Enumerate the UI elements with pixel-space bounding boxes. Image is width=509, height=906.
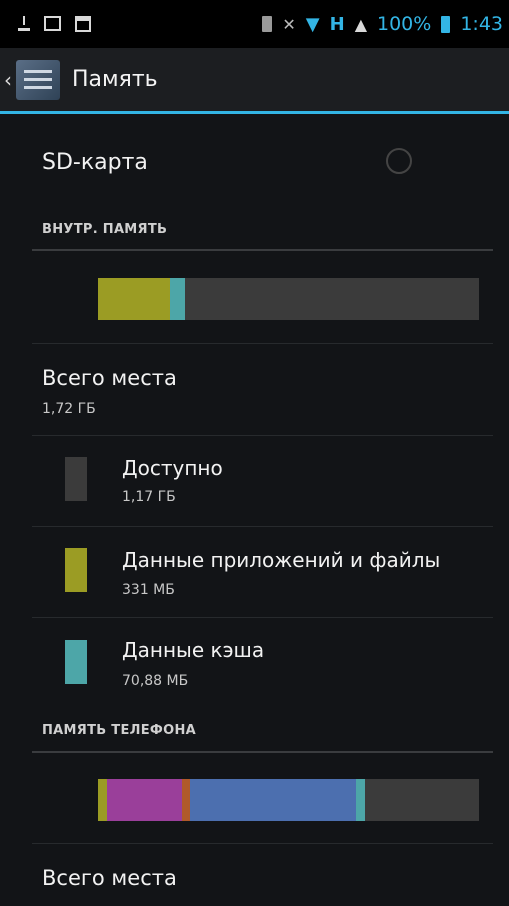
app-data-label: Данные приложений и файлы (122, 548, 441, 572)
cache-value: 70,88 МБ (122, 673, 189, 689)
bar-segment-seg-orange (182, 779, 191, 821)
image-icon (44, 16, 61, 31)
cache-swatch (65, 640, 87, 684)
internal-storage-bar (98, 278, 479, 320)
available-label: Доступно (122, 456, 223, 480)
row-divider (32, 343, 493, 344)
app-data-swatch (65, 548, 87, 592)
status-bar: ✕ ▼ H ▲ 100% 1:43 (0, 0, 509, 48)
action-bar-underline (0, 111, 509, 114)
download-icon (18, 16, 30, 31)
bar-segment-seg-purple (107, 779, 183, 821)
bar-segment-available (184, 278, 479, 320)
bar-segment-seg-blue (190, 779, 357, 821)
phone-total-label: Всего места (42, 866, 177, 890)
bar-segment-apps (98, 278, 170, 320)
settings-app-icon[interactable] (16, 59, 60, 100)
back-chevron-icon[interactable]: ‹ (4, 68, 14, 92)
action-bar: ‹ Память (0, 48, 509, 111)
available-swatch (65, 457, 87, 501)
calendar-icon (75, 16, 91, 32)
internal-total-label: Всего места (42, 366, 177, 390)
bar-segment-seg-olive (98, 779, 108, 821)
battery-percent: 100% (377, 13, 432, 35)
row-divider (32, 526, 493, 527)
sd-card-radio[interactable] (386, 148, 412, 174)
section-divider (32, 249, 493, 251)
row-divider (32, 435, 493, 436)
app-data-value: 331 МБ (122, 582, 175, 598)
available-value: 1,17 ГБ (122, 489, 176, 505)
clock: 1:43 (460, 13, 503, 35)
bar-segment-cache (169, 278, 185, 320)
mute-icon: ✕ (282, 14, 296, 34)
bar-segment-seg-teal (356, 779, 365, 821)
bar-segment-seg-free (364, 779, 479, 821)
signal-icon: ▲ (354, 14, 367, 34)
phone-storage-header: ПАМЯТЬ ТЕЛЕФОНА (42, 723, 196, 738)
battery-icon (441, 15, 451, 33)
sd-card-option-label[interactable]: SD-карта (42, 150, 148, 175)
internal-storage-header: ВНУТР. ПАМЯТЬ (42, 222, 168, 237)
section-divider (32, 751, 493, 753)
row-divider (32, 617, 493, 618)
row-divider (32, 843, 493, 844)
internal-total-value: 1,72 ГБ (42, 401, 96, 417)
sd-card-icon (262, 16, 273, 32)
phone-storage-bar (98, 779, 479, 821)
cache-label[interactable]: Данные кэша (122, 638, 472, 662)
wifi-icon: ▼ (305, 13, 320, 35)
network-icon: H (329, 13, 345, 35)
page-title: Память (72, 67, 158, 92)
